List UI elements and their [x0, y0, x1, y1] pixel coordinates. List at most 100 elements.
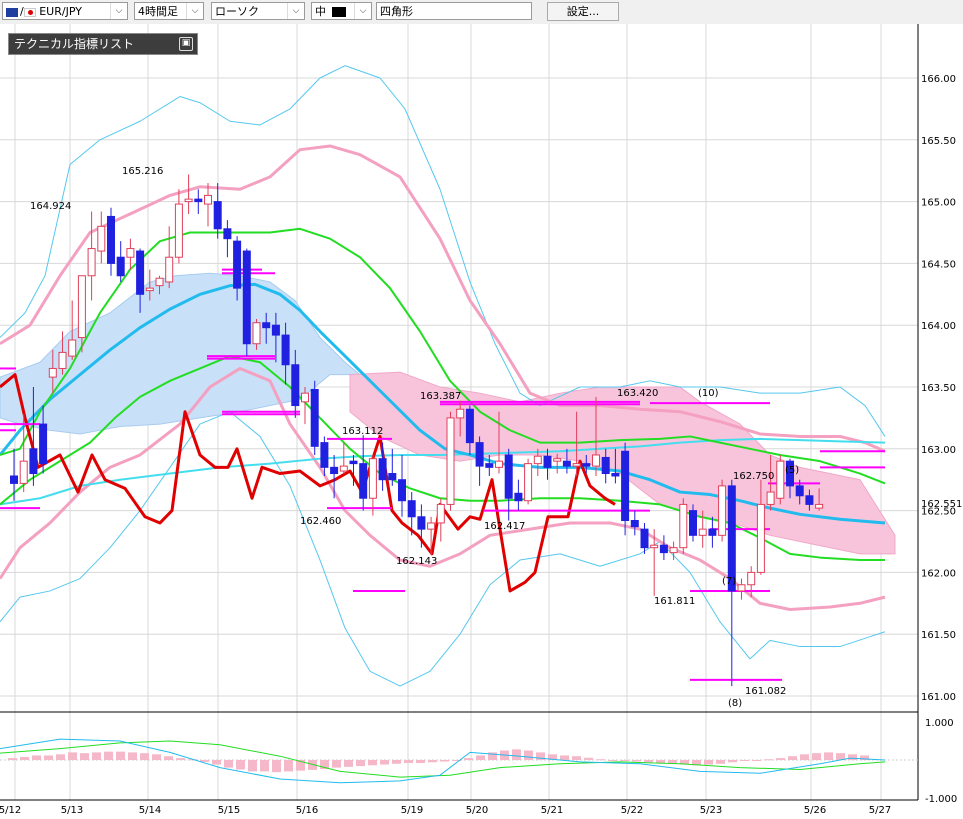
date-label: 5/26 [804, 805, 826, 816]
toolbar: / EUR/JPY ⌵ 4時間足 ⌵ ローソク ⌵ 中 ⌵ 四角形 設定... [0, 0, 963, 25]
candle-body [145, 287, 154, 292]
price-annotation-label: 163.420 [617, 388, 658, 399]
candle-body [640, 528, 649, 549]
candle-body [330, 466, 339, 475]
histogram-bar [416, 760, 425, 764]
candle-body [756, 503, 765, 573]
histogram-bar [512, 749, 521, 760]
histogram-bar [152, 754, 161, 760]
chart-style-select[interactable]: ローソク ⌵ [211, 2, 305, 20]
candle-body [436, 503, 445, 524]
histogram-bar [332, 760, 341, 768]
candle-body [281, 334, 290, 366]
candle-body [136, 250, 145, 295]
candle-body [19, 460, 28, 484]
chevron-down-icon[interactable]: ⌵ [110, 3, 127, 19]
histogram-bar [344, 760, 353, 767]
histogram-bar [44, 755, 53, 760]
candle-body [77, 275, 86, 339]
candle-body [475, 442, 484, 467]
price-tick-label: 162.00 [921, 568, 956, 579]
candle-body [815, 503, 824, 509]
size-select[interactable]: 中 ⌵ [311, 2, 372, 20]
date-label: 5/19 [401, 805, 423, 816]
candle-body [456, 408, 465, 419]
candle-body [204, 194, 212, 205]
histogram-bar [404, 760, 413, 764]
candle-body [10, 475, 18, 484]
candle-body [562, 460, 571, 467]
chart-style-value: ローソク [215, 5, 259, 18]
candle-body [242, 250, 251, 345]
current-price-label: 162.551 [921, 499, 962, 510]
candle-body [572, 463, 581, 467]
price-tick-label: 165.00 [921, 198, 956, 209]
histogram-bar [824, 752, 833, 760]
price-annotation-label: 162.460 [300, 516, 341, 527]
candle-body [213, 201, 222, 230]
timeframe-select[interactable]: 4時間足 ⌵ [134, 2, 204, 20]
currency-pair-select[interactable]: / EUR/JPY ⌵ [2, 2, 128, 20]
settings-button[interactable]: 設定... [547, 2, 619, 21]
candle-body [630, 519, 639, 528]
candle-body [679, 503, 688, 549]
candle-body [718, 485, 727, 536]
histogram-bar [560, 755, 569, 760]
candle-body [689, 510, 697, 536]
histogram-bar [440, 760, 449, 762]
histogram-bar [752, 760, 761, 761]
candle-body [427, 522, 436, 530]
candle-body [659, 544, 668, 554]
histogram-bar [704, 760, 713, 765]
count-label: (7) [722, 576, 736, 587]
price-annotation-label: 163.387 [420, 391, 461, 402]
candle-body [795, 485, 804, 497]
candle-body [184, 198, 193, 203]
candle-body [378, 458, 387, 481]
histogram-bar [20, 756, 29, 760]
indicator-list-panel[interactable]: テクニカル指標リスト ▣ [8, 33, 198, 55]
count-label: (5) [785, 465, 799, 476]
histogram-bar [608, 760, 617, 761]
chevron-down-icon[interactable]: ⌵ [186, 3, 203, 19]
candle-body [48, 367, 57, 378]
histogram-bar [236, 760, 245, 770]
price-chart[interactable]: 166.00 165.50 165.00 164.50 164.00 163.50 163.… [0, 24, 963, 819]
candle-body [271, 324, 280, 336]
candle-body [359, 463, 368, 499]
minimize-icon[interactable]: ▣ [179, 37, 193, 51]
candle-body [58, 351, 67, 369]
price-annotation-label: 163.112 [342, 426, 383, 437]
histogram-bar [464, 758, 473, 760]
histogram-bar [632, 760, 641, 762]
candle-body [310, 388, 319, 447]
histogram-bar [284, 760, 293, 772]
candle-body [504, 454, 513, 499]
shape-select[interactable]: 四角形 [376, 2, 532, 20]
candle-body [398, 479, 406, 502]
date-label: 5/27 [869, 805, 891, 816]
price-annotation-label: 162.143 [396, 556, 437, 567]
candle-body [776, 460, 785, 499]
candle-body [349, 460, 358, 465]
date-label: 5/23 [700, 805, 722, 816]
histogram-bar [260, 760, 269, 772]
candle-body [116, 256, 125, 277]
candle-body [233, 240, 242, 289]
candle-body [514, 492, 523, 502]
histogram-bar [584, 757, 593, 760]
candle-body [533, 455, 542, 465]
candle-body [592, 454, 600, 467]
color-swatch [332, 7, 346, 17]
histogram-bar [620, 760, 629, 761]
candle-body [553, 458, 562, 462]
histogram-bar [56, 754, 65, 760]
candle-body [805, 495, 814, 505]
chevron-down-icon[interactable]: ⌵ [354, 3, 371, 19]
histogram-bar [68, 752, 77, 760]
candle-body [495, 460, 503, 468]
candle-body [708, 528, 717, 536]
chevron-down-icon[interactable]: ⌵ [287, 3, 304, 19]
sub-axis-tick-label: 1.000 [925, 718, 954, 729]
price-tick-label: 161.50 [921, 630, 956, 641]
